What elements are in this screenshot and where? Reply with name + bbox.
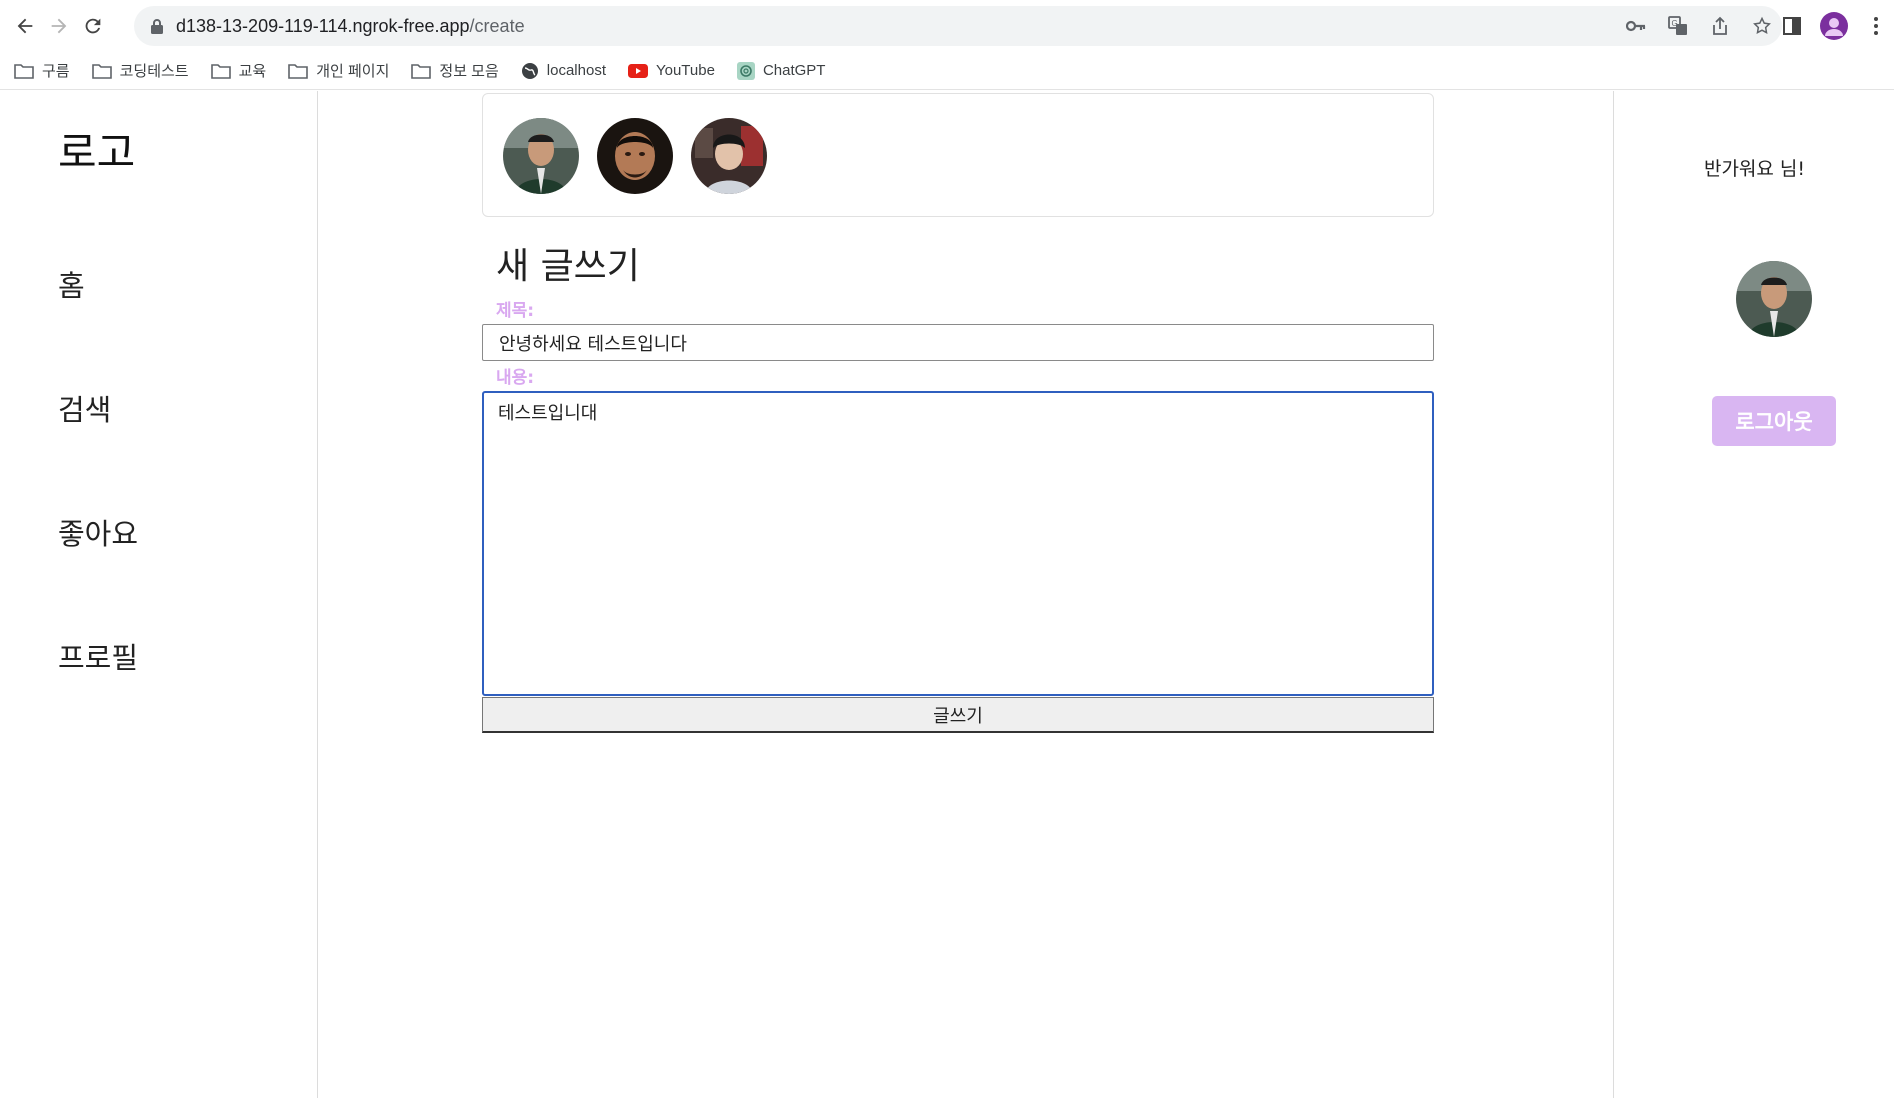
title-input[interactable]: [482, 324, 1434, 361]
nav-item-profile[interactable]: 프로필: [58, 635, 138, 677]
welcome-text: 반가워요 님!: [1703, 158, 1806, 180]
globe-icon: [521, 62, 538, 79]
story-avatars-strip: [482, 93, 1434, 217]
bookmark-label: 코딩테스트: [119, 63, 189, 80]
folder-icon: [288, 63, 309, 79]
bookmark-item[interactable]: 코딩테스트: [91, 60, 189, 81]
folder-icon: [91, 63, 112, 79]
reload-icon[interactable]: [76, 9, 110, 43]
nav-item-home[interactable]: 홈: [58, 263, 85, 305]
menu-kebab-icon[interactable]: [1866, 16, 1886, 36]
bookmark-item[interactable]: localhost: [521, 62, 606, 80]
bookmark-label: ChatGPT: [762, 62, 826, 79]
key-icon[interactable]: [1626, 16, 1646, 36]
bookmark-star-icon[interactable]: [1752, 16, 1772, 36]
bookmark-label: 교육: [238, 63, 267, 80]
content-label: 내용:: [496, 368, 535, 388]
bookmark-item[interactable]: ChatGPT: [736, 61, 826, 80]
page-title: 새 글쓰기: [496, 246, 640, 287]
svg-text:G: G: [1672, 19, 1678, 28]
address-bar[interactable]: d138-13-209-119-114.ngrok-free.app/creat…: [134, 6, 1782, 46]
bookmark-label: YouTube: [655, 62, 715, 79]
bookmark-label: 구름: [42, 63, 70, 80]
translate-icon[interactable]: G: [1668, 16, 1688, 36]
bookmarks-bar: 구름 코딩테스트 교육 개인 페이지 정보 모음 localhost YouTu…: [0, 52, 1894, 90]
page-content: 로고 홈 검색 좋아요 프로필 새 글쓰기 제목: 내용: 테스트입니대 글쓰기…: [0, 91, 1894, 1098]
left-sidebar: 로고 홈 검색 좋아요 프로필: [0, 91, 318, 1098]
share-icon[interactable]: [1710, 16, 1730, 36]
story-avatar[interactable]: [597, 118, 673, 194]
story-avatar[interactable]: [503, 118, 579, 194]
content-textarea[interactable]: 테스트입니대: [482, 391, 1434, 696]
side-panel-icon[interactable]: [1782, 16, 1802, 36]
bookmark-item[interactable]: 정보 모음: [411, 60, 499, 81]
browser-toolbar: d138-13-209-119-114.ngrok-free.app/creat…: [0, 0, 1894, 52]
chatgpt-icon: [736, 61, 755, 80]
folder-icon: [14, 63, 34, 79]
folder-icon: [411, 63, 432, 79]
bookmark-label: 개인 페이지: [316, 63, 390, 80]
bookmark-item[interactable]: 교육: [210, 60, 267, 81]
user-avatar[interactable]: [1736, 261, 1812, 337]
profile-avatar-icon[interactable]: [1820, 12, 1848, 40]
lock-icon[interactable]: [148, 17, 166, 35]
bookmark-label: localhost: [546, 62, 606, 79]
back-icon[interactable]: [8, 9, 42, 43]
submit-post-button[interactable]: 글쓰기: [482, 697, 1434, 733]
folder-icon: [210, 63, 231, 79]
title-label: 제목:: [496, 301, 535, 321]
bookmark-item[interactable]: 구름: [14, 60, 70, 81]
nav-item-likes[interactable]: 좋아요: [58, 511, 138, 553]
user-panel: 반가워요 님! 로그아웃: [1613, 91, 1894, 1098]
url-text[interactable]: d138-13-209-119-114.ngrok-free.app/creat…: [176, 16, 525, 37]
story-avatar[interactable]: [691, 118, 767, 194]
logout-button[interactable]: 로그아웃: [1712, 396, 1836, 446]
forward-icon[interactable]: [42, 9, 76, 43]
bookmark-label: 정보 모음: [439, 63, 499, 80]
youtube-icon: [627, 63, 648, 78]
nav-item-search[interactable]: 검색: [58, 387, 111, 429]
site-logo[interactable]: 로고: [58, 119, 135, 180]
bookmark-item[interactable]: YouTube: [627, 62, 715, 79]
bookmark-item[interactable]: 개인 페이지: [288, 60, 389, 81]
